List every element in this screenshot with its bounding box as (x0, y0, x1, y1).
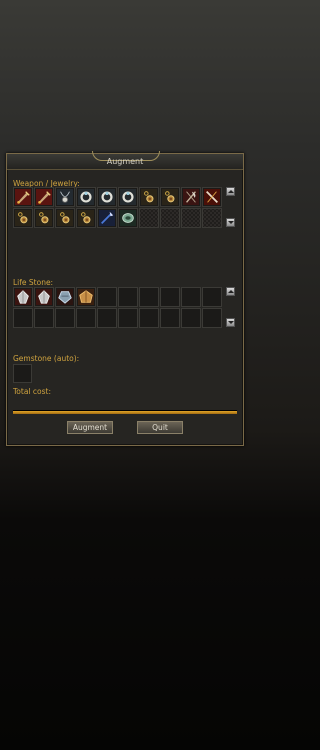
item-slot[interactable] (13, 208, 33, 228)
empty-slot[interactable] (202, 287, 222, 307)
item-slot[interactable] (76, 208, 96, 228)
gemstone-slot[interactable] (13, 364, 32, 383)
earring-icon (141, 189, 157, 205)
item-slot[interactable] (181, 187, 201, 207)
item-slot[interactable] (160, 187, 180, 207)
item-slot[interactable] (118, 187, 138, 207)
empty-slot[interactable] (160, 308, 180, 328)
empty-slot[interactable] (160, 208, 180, 228)
item-slot[interactable] (55, 287, 75, 307)
life-stone-label: Life Stone: (13, 278, 54, 287)
earring-icon (78, 210, 94, 226)
item-slot[interactable] (202, 187, 222, 207)
ring-icon (99, 189, 115, 205)
window-title: Augment (106, 157, 144, 166)
item-slot[interactable] (55, 208, 75, 228)
ring-icon (78, 189, 94, 205)
quit-button[interactable]: Quit (137, 421, 183, 434)
empty-slot[interactable] (160, 287, 180, 307)
empty-slot[interactable] (181, 208, 201, 228)
empty-slot[interactable] (181, 308, 201, 328)
axe-icon (183, 189, 199, 205)
dagger-icon (15, 189, 31, 205)
earring-icon (15, 210, 31, 226)
empty-slot[interactable] (97, 308, 117, 328)
item-slot[interactable] (97, 187, 117, 207)
item-slot[interactable] (34, 208, 54, 228)
item-slot[interactable] (13, 187, 33, 207)
weapon-scroll-up-button[interactable] (226, 187, 235, 196)
blade-icon (204, 189, 220, 205)
empty-slot[interactable] (139, 208, 159, 228)
lifestone-top-icon (78, 289, 94, 305)
empty-slot[interactable] (118, 308, 138, 328)
item-slot[interactable] (118, 208, 138, 228)
earring-icon (57, 210, 73, 226)
empty-slot[interactable] (55, 308, 75, 328)
lifestone-scroll-up-button[interactable] (226, 287, 235, 296)
item-slot[interactable] (34, 187, 54, 207)
item-slot[interactable] (97, 208, 117, 228)
empty-slot[interactable] (202, 208, 222, 228)
empty-slot[interactable] (76, 308, 96, 328)
empty-slot[interactable] (118, 287, 138, 307)
item-slot[interactable] (76, 287, 96, 307)
earring-icon (36, 210, 52, 226)
lifestone-dark-icon (57, 289, 73, 305)
lifestone-icon (36, 289, 52, 305)
item-slot[interactable] (13, 287, 33, 307)
spear-icon (99, 210, 115, 226)
lifestone-scroll-down-button[interactable] (226, 318, 235, 327)
augment-button[interactable]: Augment (67, 421, 113, 434)
gemstone-label: Gemstone (auto): (13, 354, 80, 363)
empty-slot[interactable] (181, 287, 201, 307)
earring-icon (162, 189, 178, 205)
empty-slot[interactable] (139, 308, 159, 328)
item-slot[interactable] (76, 187, 96, 207)
bracelet-icon (120, 210, 136, 226)
empty-slot[interactable] (34, 308, 54, 328)
weapon-scroll-down-button[interactable] (226, 218, 235, 227)
item-slot[interactable] (55, 187, 75, 207)
empty-slot[interactable] (13, 308, 33, 328)
progress-fill (13, 411, 237, 414)
empty-slot[interactable] (139, 287, 159, 307)
augment-window: Augment Weapon / Jewelry: Life Stone: Ge… (6, 151, 244, 446)
dagger-icon (36, 189, 52, 205)
empty-slot[interactable] (97, 287, 117, 307)
empty-slot[interactable] (202, 308, 222, 328)
total-cost-label: Total cost: (13, 387, 51, 396)
necklace-icon (57, 189, 73, 205)
title-bar[interactable]: Augment (7, 151, 243, 170)
item-slot[interactable] (139, 187, 159, 207)
item-slot[interactable] (34, 287, 54, 307)
lifestone-icon (15, 289, 31, 305)
weapon-item-grid (13, 187, 222, 228)
ring-icon (120, 189, 136, 205)
progress-bar (13, 410, 237, 414)
life-stone-grid (13, 287, 222, 328)
